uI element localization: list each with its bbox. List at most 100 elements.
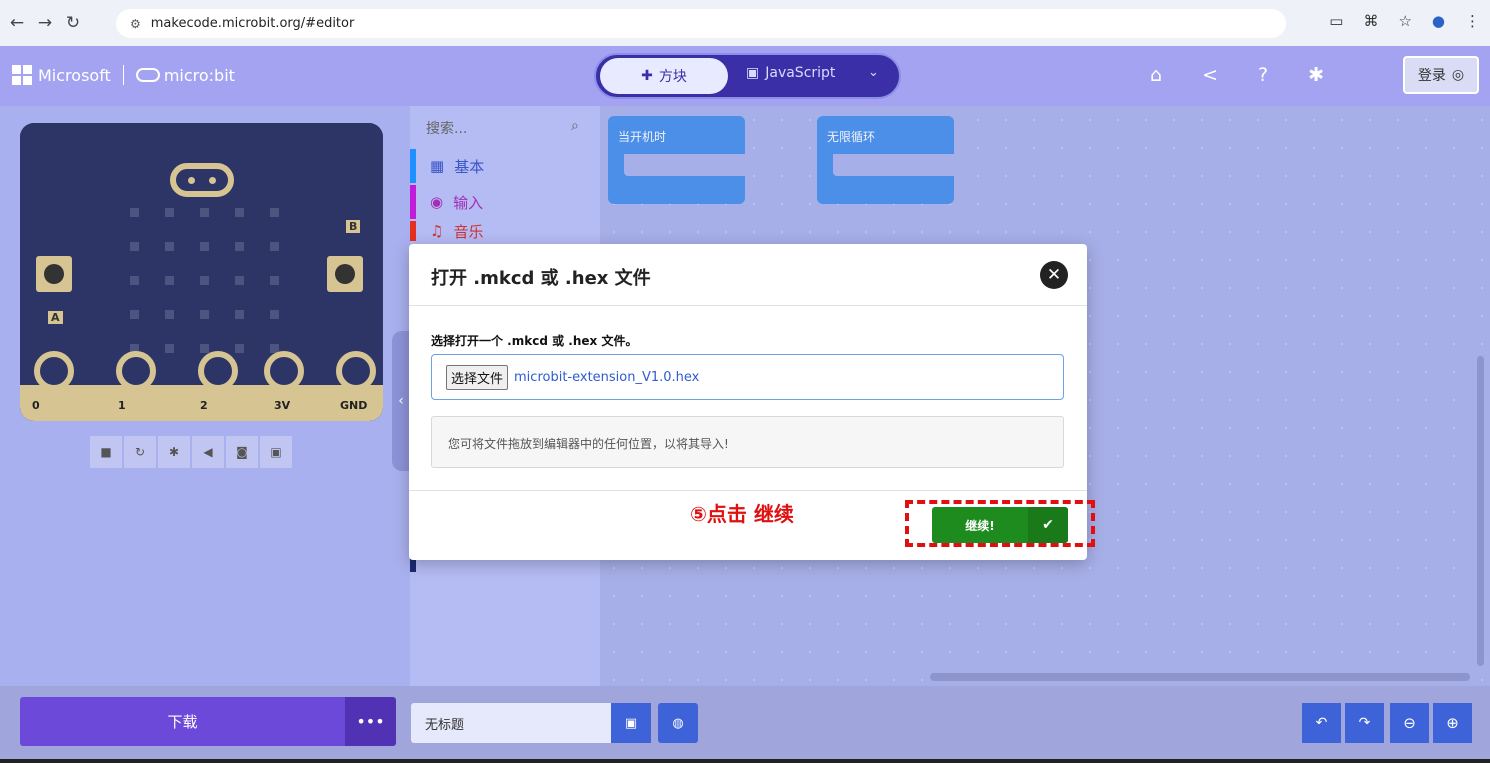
taskbar-edge [0,759,1490,763]
browser-menu-icon[interactable]: ⋮ [1465,12,1480,30]
login-button[interactable]: 登录 ◎ [1403,56,1479,94]
chevron-down-icon[interactable]: ⌄ [868,65,879,80]
cast-icon[interactable]: ▭ [1329,12,1343,30]
category-color-bar [410,221,416,241]
mute-icon[interactable]: ◀ [192,436,224,468]
help-icon[interactable]: ? [1258,64,1268,86]
browser-actions: ▭ ⌘ ☆ ● ⋮ [1329,12,1480,30]
dialog-prompt: 选择打开一个 .mkcd 或 .hex 文件。 [431,334,638,348]
more-options-button[interactable]: ••• [345,697,396,746]
save-icon: ▣ [624,715,638,731]
collapse-simulator-handle[interactable]: ‹ [392,331,410,471]
reload-icon[interactable]: ↻ [62,13,84,33]
horizontal-scrollbar[interactable] [930,673,1470,681]
bottom-bar: 下载 ••• 无标题 ▣ ◍ ↶ ↷ ⊖ ⊕ [0,686,1490,763]
choose-file-button[interactable]: 选择文件 [446,364,509,390]
redo-icon[interactable]: ↷ [1345,703,1384,743]
selected-file-name: microbit-extension_V1.0.hex [514,369,700,385]
home-icon[interactable]: ⌂ [1150,64,1162,86]
tab-javascript[interactable]: ▣ JavaScript [746,65,835,81]
category-input[interactable]: ◉ 输入 [410,185,600,219]
category-color-bar [410,185,416,219]
tab-blocks[interactable]: ✚ 方块 [600,58,728,94]
forever-block[interactable]: 无限循环 [817,116,954,204]
stop-icon[interactable]: ■ [90,436,122,468]
logo-touch-icon[interactable] [170,163,234,197]
site-info-icon[interactable]: ⚙ [130,17,141,31]
undo-icon[interactable]: ↶ [1302,703,1341,743]
annotation-text: ⑤点击 继续 [682,496,882,529]
file-input[interactable]: 选择文件 microbit-extension_V1.0.hex [431,354,1064,400]
block-label: 当开机时 [618,130,667,144]
tab-javascript-label: JavaScript [765,65,836,81]
puzzle-icon: ✚ [641,68,653,84]
zoom-out-icon[interactable]: ⊖ [1390,703,1429,743]
microbit-label: micro:bit [163,65,235,85]
pin-1-ring[interactable] [116,351,156,391]
fullscreen-icon[interactable]: ▣ [260,436,292,468]
pin-2-ring[interactable] [198,351,238,391]
dialog-title: 打开 .mkcd 或 .hex 文件 [431,268,651,289]
download-button[interactable]: 下载 [20,697,345,746]
grid-icon: ▦ [430,157,445,175]
category-label: 输入 [453,193,484,212]
search-input[interactable]: 搜索... [426,118,467,138]
bookmark-star-icon[interactable]: ☆ [1398,12,1411,30]
screen: ← → ↻ ⚙ makecode.microbit.org/#editor ▭ … [0,0,1490,763]
restart-icon[interactable]: ↻ [124,436,156,468]
editor-switch: ✚ 方块 ▣ JavaScript ⌄ [594,53,901,99]
project-name-value: 无标题 [425,718,465,733]
category-basic[interactable]: ▦ 基本 [410,149,600,183]
zoom-group: ⊖ ⊕ [1390,703,1472,743]
button-b[interactable] [327,256,363,292]
annotation-highlight-box [905,500,1095,547]
download-label: 下载 [167,713,198,731]
login-label: 登录 [1417,68,1446,84]
category-label: 基本 [454,157,485,176]
brand-separator [122,65,124,85]
block-slot [624,154,745,176]
profile-icon[interactable]: ● [1432,12,1445,30]
forward-icon[interactable]: → [34,13,56,33]
pin-label: 2 [200,399,208,412]
category-music[interactable]: ♫ 音乐 [410,221,600,241]
vertical-scrollbar[interactable] [1477,356,1484,666]
header-actions: ⌂ < ? ✱ [1150,64,1324,86]
project-name-input[interactable]: 无标题 [411,703,611,743]
address-bar[interactable]: ⚙ makecode.microbit.org/#editor [116,9,1286,38]
pin-label: 1 [118,399,126,412]
microbit-icon [135,68,160,82]
back-icon[interactable]: ← [6,13,28,33]
debug-icon[interactable]: ✱ [158,436,190,468]
block-label: 无限循环 [827,130,876,144]
pin-3v-ring[interactable] [264,351,304,391]
search-icon[interactable]: ⌕ [571,118,579,134]
microbit-logo: micro:bit [135,65,235,85]
category-label: 音乐 [453,222,484,241]
url-text: makecode.microbit.org/#editor [150,16,355,31]
button-a[interactable] [36,256,72,292]
category-color-bar [410,149,416,183]
zoom-in-icon[interactable]: ⊕ [1433,703,1472,743]
on-start-block[interactable]: 当开机时 [608,116,745,204]
drag-drop-hint: 您可将文件拖放到编辑器中的任何位置，以将其导入! [431,416,1064,468]
close-icon[interactable]: ✕ [1040,261,1068,289]
dialog-header: 打开 .mkcd 或 .hex 文件 [409,244,1087,306]
brand-logos[interactable]: Microsoft micro:bit [12,65,235,85]
github-button[interactable]: ◍ [658,703,698,743]
pin-gnd-ring[interactable] [336,351,376,391]
gear-icon[interactable]: ✱ [1308,64,1324,86]
pin-0-ring[interactable] [34,351,74,391]
save-button[interactable]: ▣ [611,703,651,743]
block-slot [833,154,954,176]
js-icon: ▣ [746,65,760,81]
microsoft-label: Microsoft [38,65,111,85]
app-header: Microsoft micro:bit ✚ 方块 ▣ JavaScript ⌄ … [0,46,1490,106]
translate-icon[interactable]: ⌘ [1363,12,1378,30]
screenshot-icon[interactable]: ◙ [226,436,258,468]
pin-label: 0 [32,399,40,412]
share-icon[interactable]: < [1202,64,1218,86]
pin-label: GND [340,399,368,412]
browser-toolbar: ← → ↻ ⚙ makecode.microbit.org/#editor ▭ … [0,0,1490,46]
microbit-board[interactable]: A B 0 1 2 3V GND [20,123,383,421]
